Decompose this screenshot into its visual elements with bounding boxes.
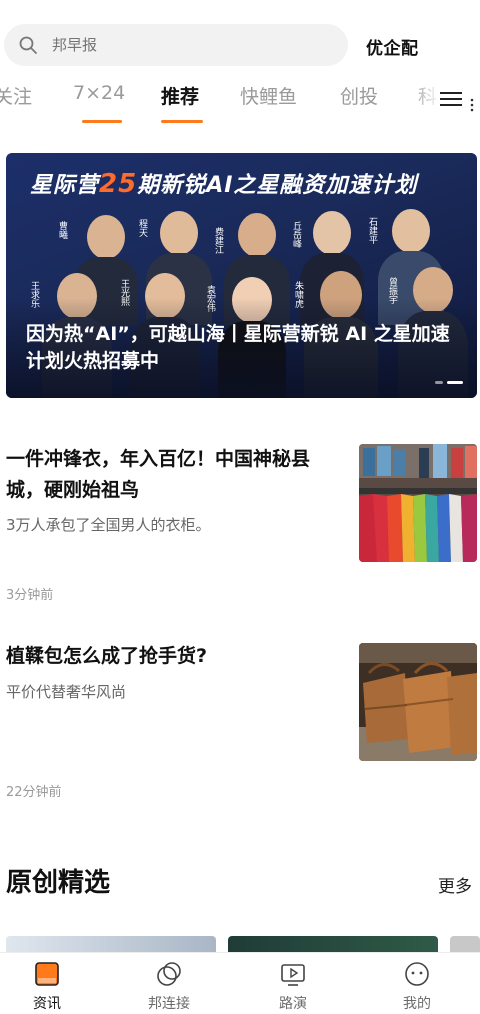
speaker-name: 曹曦: [57, 221, 67, 239]
nav-item-profile[interactable]: 我的: [372, 959, 462, 1013]
more-dots-icon[interactable]: [470, 98, 474, 112]
nav-item-roadshow[interactable]: 路演: [248, 959, 338, 1013]
tab-follow[interactable]: 关注: [0, 82, 32, 109]
nav-label: 资讯: [33, 996, 61, 1012]
banner-page-indicator: [435, 381, 463, 384]
news-time: 3分钟前: [6, 588, 54, 603]
banner-dot: [435, 381, 443, 384]
jackets-rack-image[interactable]: [359, 444, 477, 562]
nav-item-news[interactable]: 资讯: [2, 959, 92, 1013]
news-item[interactable]: 植鞣包怎么成了抢手货? 平价代替奢华风尚 22分钟前: [6, 641, 477, 801]
search-input[interactable]: [52, 36, 292, 54]
tab-recommend[interactable]: 推荐: [161, 82, 199, 109]
banner-title: 星际营25期新锐AI之星融资加速计划: [30, 169, 418, 199]
tab-7x24[interactable]: 7×24: [73, 82, 125, 104]
news-subtitle: 平价代替奢华风尚: [6, 683, 127, 701]
nav-label: 我的: [403, 996, 431, 1012]
channel-tabs: 关注 7×24 推荐 快鲤鱼 创投 科: [0, 72, 480, 130]
news-time: 22分钟前: [6, 785, 62, 800]
nav-label: 路演: [279, 996, 307, 1012]
nav-item-connect[interactable]: 邦连接: [124, 959, 214, 1013]
nav-label: 邦连接: [148, 996, 190, 1012]
bottom-nav: 资讯 邦连接 路演 我的: [0, 952, 480, 1014]
news-title[interactable]: 植鞣包怎么成了抢手货?: [6, 641, 341, 672]
promo-banner[interactable]: 星际营25期新锐AI之星融资加速计划 曹曦 程天 费建江 丘岳峰 石建平 王求乐…: [6, 153, 477, 398]
brand-logo[interactable]: 优企配: [366, 34, 419, 59]
menu-icon[interactable]: [440, 92, 464, 108]
tab-chuangtou[interactable]: 创投: [340, 82, 378, 109]
search-box[interactable]: [4, 24, 348, 66]
tab-indicator-active: [161, 120, 203, 123]
more-link[interactable]: 更多: [438, 872, 472, 897]
speaker-name: 石建平: [367, 217, 377, 244]
banner-dot-active: [447, 381, 463, 384]
news-item[interactable]: 一件冲锋衣，年入百亿！中国神秘县城，硬刚始祖鸟 3万人承包了全国男人的衣柜。 3…: [6, 444, 477, 604]
news-subtitle: 3万人承包了全国男人的衣柜。: [6, 516, 211, 534]
profile-icon: [405, 962, 429, 986]
connect-icon: [157, 962, 181, 986]
speaker-name: 费建江: [213, 227, 223, 254]
search-icon: [19, 36, 37, 54]
banner-caption: 因为热“AI”，可越山海丨星际营新锐 AI 之星加速计划火热招募中: [26, 323, 450, 372]
news-icon: [35, 962, 59, 986]
section-title: 原创精选: [6, 868, 111, 898]
roadshow-icon: [281, 964, 305, 986]
speaker-name: 丘岳峰: [291, 221, 301, 248]
speaker-name: 程天: [137, 219, 147, 237]
tab-kuailiyu[interactable]: 快鲤鱼: [240, 82, 297, 109]
news-title[interactable]: 一件冲锋衣，年入百亿！中国神秘县城，硬刚始祖鸟: [6, 444, 341, 506]
leather-bags-image[interactable]: [359, 643, 477, 761]
tab-indicator-secondary: [82, 120, 122, 123]
top-bar: 优企配: [0, 0, 480, 72]
